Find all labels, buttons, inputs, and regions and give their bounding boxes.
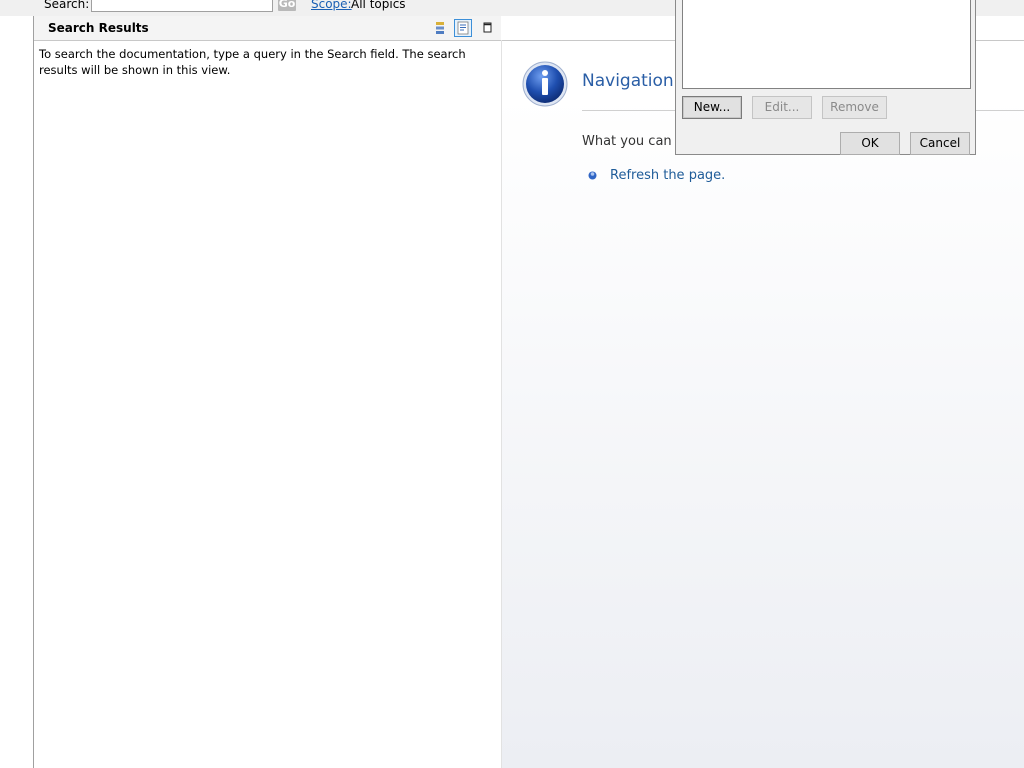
- go-button[interactable]: Go: [278, 0, 296, 11]
- search-hint-text: To search the documentation, type a quer…: [39, 47, 466, 77]
- edit-button[interactable]: Edit...: [752, 96, 812, 119]
- maximize-icon[interactable]: [479, 19, 497, 37]
- search-label: Search:: [44, 0, 90, 11]
- remove-button[interactable]: Remove: [822, 96, 887, 119]
- info-icon: [521, 60, 569, 108]
- search-results-title: Search Results: [48, 21, 149, 35]
- cancel-button[interactable]: Cancel: [910, 132, 970, 155]
- ok-button[interactable]: OK: [840, 132, 900, 155]
- dialog-list[interactable]: [682, 0, 971, 89]
- dialog-window: New... Edit... Remove OK Cancel: [675, 0, 976, 155]
- page-heading: Navigation t: [582, 71, 686, 91]
- search-input[interactable]: [91, 0, 273, 12]
- search-results-pane: Search Results To search the documentati…: [34, 16, 501, 768]
- refresh-page-link[interactable]: Refresh the page.: [610, 168, 725, 183]
- new-button[interactable]: New...: [682, 96, 742, 119]
- scope-value: All topics: [351, 0, 406, 11]
- bullet-icon: [588, 169, 597, 180]
- help-prompt-text: What you can t: [582, 134, 681, 149]
- show-descriptions-icon[interactable]: [454, 19, 472, 37]
- show-categories-icon[interactable]: [431, 19, 449, 37]
- search-results-header: Search Results: [34, 16, 501, 41]
- scope-link[interactable]: Scope:: [311, 0, 352, 11]
